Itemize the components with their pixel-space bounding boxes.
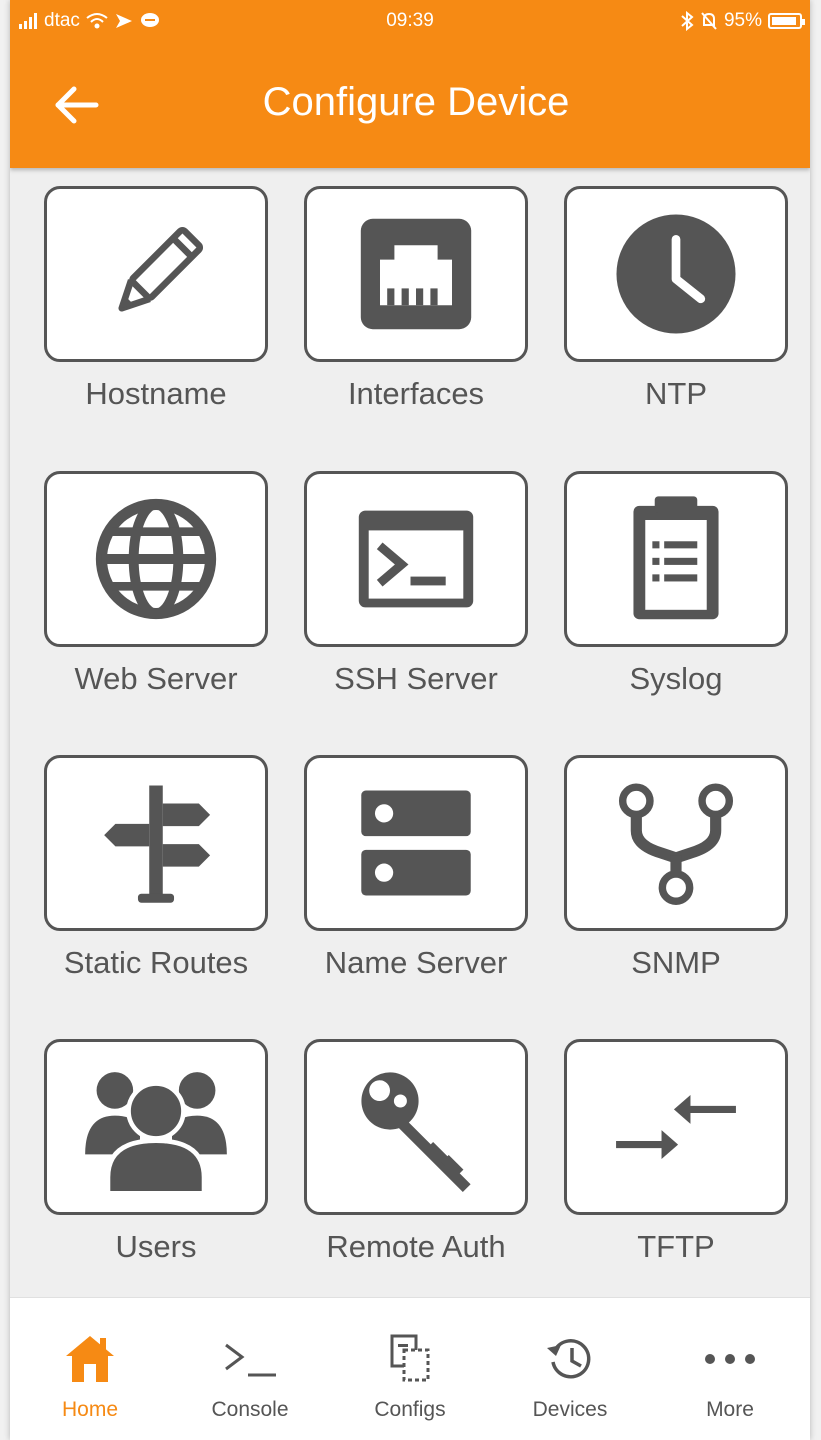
- snmp-fork-icon: [618, 783, 734, 905]
- tile-web-server-button[interactable]: [44, 471, 268, 647]
- tile-users-button[interactable]: [44, 1039, 268, 1215]
- nav-configs[interactable]: Configs: [330, 1298, 490, 1440]
- terminal-icon: [358, 510, 474, 608]
- home-icon: [66, 1336, 114, 1382]
- tile-remote-auth[interactable]: Remote Auth: [304, 1039, 528, 1265]
- users-icon: [85, 1072, 227, 1196]
- tile-syslog-button[interactable]: [564, 471, 788, 647]
- tile-name-server-button[interactable]: [304, 755, 528, 931]
- history-icon: [547, 1339, 591, 1379]
- tile-interfaces[interactable]: Interfaces: [304, 186, 528, 412]
- transfer-arrows-icon: [616, 1094, 736, 1160]
- nav-more[interactable]: More: [650, 1298, 810, 1440]
- tile-hostname-button[interactable]: [44, 186, 268, 362]
- tile-ntp-button[interactable]: [564, 186, 788, 362]
- key-icon: [361, 1072, 471, 1192]
- tile-label: TFTP: [637, 1229, 715, 1264]
- signpost-icon: [104, 785, 211, 903]
- bluetooth-icon: [681, 11, 694, 31]
- tile-label: SNMP: [631, 945, 721, 980]
- tile-hostname[interactable]: Hostname: [44, 186, 268, 412]
- tile-snmp[interactable]: SNMP: [564, 755, 788, 981]
- battery-percent: 95%: [723, 10, 762, 31]
- tile-tftp[interactable]: TFTP: [564, 1039, 788, 1265]
- tile-web-server[interactable]: Web Server: [44, 471, 268, 697]
- tile-ssh-server-button[interactable]: [304, 471, 528, 647]
- ethernet-port-icon: [360, 218, 472, 330]
- tile-remote-auth-button[interactable]: [304, 1039, 528, 1215]
- tile-label: Interfaces: [347, 376, 485, 411]
- app-screen: dtac 09:39 95% Configure Device Hostname…: [10, 0, 810, 1440]
- tile-label: Name Server: [324, 945, 508, 980]
- globe-icon: [95, 498, 217, 620]
- tile-label: Users: [115, 1229, 197, 1264]
- nav-devices[interactable]: Devices: [490, 1298, 650, 1440]
- tile-label: Static Routes: [63, 945, 249, 980]
- bottom-navigation: Home Console Configs Devices More: [10, 1297, 810, 1440]
- status-bar: dtac 09:39 95%: [10, 0, 810, 48]
- nav-label: Devices: [532, 1398, 608, 1421]
- tile-name-server[interactable]: Name Server: [304, 755, 528, 981]
- tile-label: Syslog: [629, 661, 723, 696]
- more-icon: [705, 1354, 755, 1364]
- nav-home[interactable]: Home: [10, 1298, 170, 1440]
- tile-label: Web Server: [74, 661, 238, 696]
- tile-syslog[interactable]: Syslog: [564, 471, 788, 697]
- pencil-icon: [118, 226, 204, 312]
- app-bar: dtac 09:39 95% Configure Device: [10, 0, 810, 168]
- tile-ssh-server[interactable]: SSH Server: [304, 471, 528, 697]
- console-icon: [225, 1343, 276, 1377]
- battery-icon: [768, 13, 805, 29]
- tile-snmp-button[interactable]: [564, 755, 788, 931]
- nav-label: More: [706, 1398, 754, 1421]
- clipboard-icon: [633, 496, 719, 620]
- nav-label: Console: [211, 1398, 289, 1421]
- tile-static-routes[interactable]: Static Routes: [44, 755, 268, 981]
- tile-ntp[interactable]: NTP: [564, 186, 788, 412]
- page-title: Configure Device: [262, 80, 570, 124]
- server-icon: [361, 790, 471, 896]
- tile-interfaces-button[interactable]: [304, 186, 528, 362]
- muted-bell-icon: [701, 12, 717, 30]
- tile-tftp-button[interactable]: [564, 1039, 788, 1215]
- configs-icon: [390, 1334, 430, 1382]
- tile-static-routes-button[interactable]: [44, 755, 268, 931]
- tile-label: NTP: [645, 376, 707, 411]
- tile-users[interactable]: Users: [44, 1039, 268, 1265]
- tile-label: Hostname: [85, 376, 227, 411]
- nav-console[interactable]: Console: [170, 1298, 330, 1440]
- tile-label: Remote Auth: [326, 1229, 506, 1264]
- tile-label: SSH Server: [334, 661, 498, 696]
- clock-icon: [616, 214, 736, 334]
- nav-label: Home: [61, 1398, 119, 1421]
- nav-label: Configs: [374, 1398, 446, 1421]
